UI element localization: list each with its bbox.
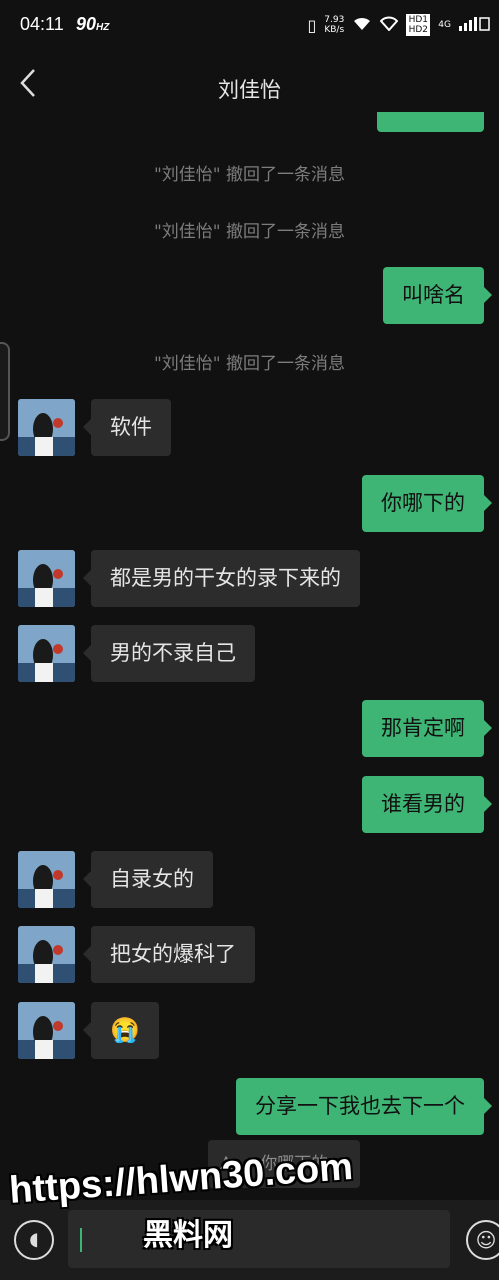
incoming-message[interactable]: 😭 <box>83 1002 159 1059</box>
hotspot-icon <box>379 15 399 35</box>
avatar[interactable] <box>18 1002 75 1059</box>
refresh-rate: 90HZ <box>76 14 110 34</box>
signal-icon <box>459 15 491 35</box>
network-speed: 7.93 KB/s <box>324 15 345 35</box>
incoming-message[interactable]: 都是男的干女的录下来的 <box>83 550 360 607</box>
hd-badge: HD1 HD2 <box>406 14 431 36</box>
status-bar: 04:11 90HZ ▯ 7.93 KB/s HD1 HD2 4G <box>0 0 499 52</box>
recall-notice: "刘佳怡" 撤回了一条消息 <box>153 165 346 185</box>
outgoing-message[interactable]: 叫啥名 <box>383 267 492 324</box>
partial-outgoing-bubble <box>377 112 484 132</box>
recall-notice: "刘佳怡" 撤回了一条消息 <box>153 222 346 242</box>
message-list[interactable]: "刘佳怡" 撤回了一条消息 "刘佳怡" 撤回了一条消息 叫啥名 "刘佳怡" 撤回… <box>0 112 499 1200</box>
outgoing-message[interactable]: 那肯定啊 <box>362 700 492 757</box>
outgoing-message[interactable]: 你哪下的 <box>362 475 492 532</box>
avatar[interactable] <box>18 399 75 456</box>
chat-title: 刘佳怡 <box>218 78 281 102</box>
recall-notice: "刘佳怡" 撤回了一条消息 <box>153 354 346 374</box>
outgoing-message[interactable]: 分享一下我也去下一个 <box>236 1078 492 1135</box>
avatar[interactable] <box>18 625 75 682</box>
vibrate-icon: ▯ <box>307 15 317 35</box>
avatar[interactable] <box>18 851 75 908</box>
avatar[interactable] <box>18 550 75 607</box>
outgoing-message[interactable]: 谁看男的 <box>362 776 492 833</box>
watermark-name: 黑料网 <box>143 1219 233 1252</box>
status-time: 04:11 <box>20 14 64 34</box>
incoming-message[interactable]: 软件 <box>83 399 171 456</box>
wifi-icon <box>352 15 372 35</box>
status-icons: ▯ 7.93 KB/s HD1 HD2 4G <box>307 14 491 36</box>
network-type: 4G <box>438 20 451 30</box>
watermark: https://hlwn30.com 黑料网 <box>8 1146 498 1260</box>
incoming-message[interactable]: 自录女的 <box>83 851 213 908</box>
incoming-message[interactable]: 把女的爆科了 <box>83 926 255 983</box>
incoming-message[interactable]: 男的不录自己 <box>83 625 255 682</box>
avatar[interactable] <box>18 926 75 983</box>
